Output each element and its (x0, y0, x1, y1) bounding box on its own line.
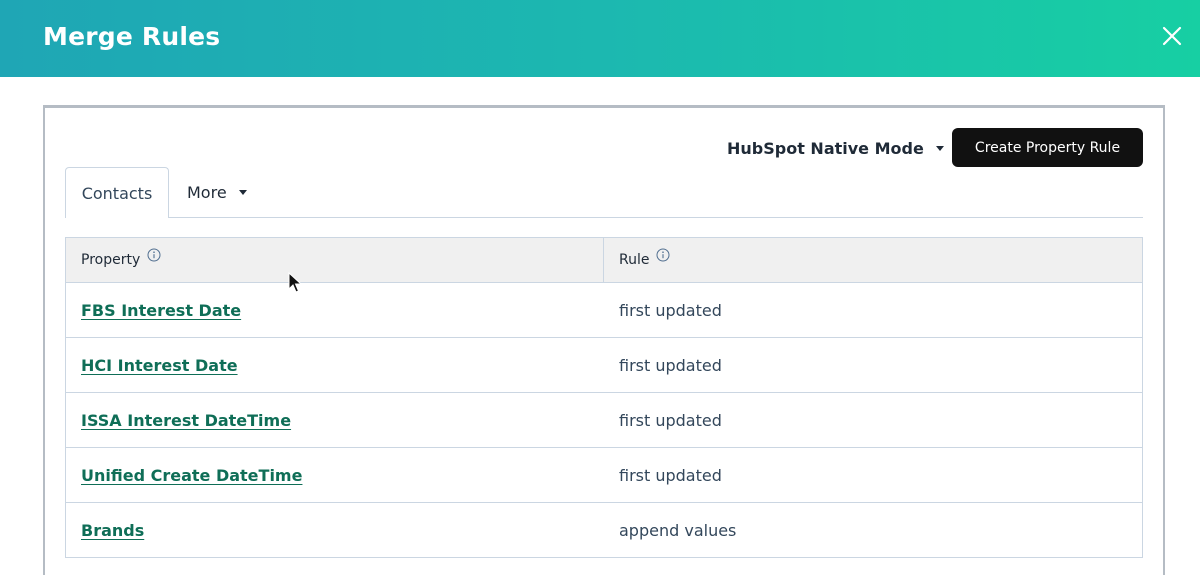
property-link[interactable]: ISSA Interest DateTime (81, 411, 291, 430)
close-icon (1162, 26, 1182, 46)
table-header: Property Rule (66, 238, 1142, 283)
property-link[interactable]: HCI Interest Date (81, 356, 238, 375)
create-property-rule-button[interactable]: Create Property Rule (952, 128, 1143, 167)
property-cell: Brands (66, 503, 604, 557)
table-row: FBS Interest Date first updated (66, 283, 1142, 338)
tab-label: More (187, 182, 227, 202)
close-button[interactable] (1156, 20, 1188, 52)
modal-header: Merge Rules (0, 0, 1200, 77)
property-link[interactable]: FBS Interest Date (81, 301, 241, 320)
table-row: ISSA Interest DateTime first updated (66, 393, 1142, 448)
column-header-rule: Rule (604, 238, 1142, 282)
tab-divider (65, 217, 1143, 218)
column-header-property: Property (66, 238, 604, 282)
mouse-cursor-icon (288, 272, 302, 293)
mode-dropdown[interactable]: HubSpot Native Mode (727, 137, 944, 159)
property-cell: FBS Interest Date (66, 283, 604, 337)
rule-cell: first updated (619, 465, 722, 485)
table-row: Unified Create DateTime first updated (66, 448, 1142, 503)
column-header-label: Rule (619, 252, 650, 268)
rule-cell: first updated (619, 300, 722, 320)
merge-rules-table: Property Rule FBS Interest Date first up… (65, 237, 1143, 558)
column-header-label: Property (81, 252, 141, 268)
info-icon[interactable] (656, 248, 670, 266)
info-icon[interactable] (147, 248, 161, 266)
property-cell: HCI Interest Date (66, 338, 604, 392)
property-cell: Unified Create DateTime (66, 448, 604, 502)
property-cell: ISSA Interest DateTime (66, 393, 604, 447)
caret-down-icon (935, 145, 944, 151)
caret-down-icon (238, 189, 247, 195)
table-row: HCI Interest Date first updated (66, 338, 1142, 393)
property-link[interactable]: Brands (81, 521, 144, 540)
tab-label: Contacts (81, 183, 153, 203)
table-row: Brands append values (66, 503, 1142, 558)
mode-dropdown-label: HubSpot Native Mode (727, 138, 924, 158)
rule-cell: first updated (619, 355, 722, 375)
rule-cell: first updated (619, 410, 722, 430)
tab-more[interactable]: More (187, 181, 247, 203)
modal-title: Merge Rules (43, 22, 221, 51)
rule-cell: append values (619, 520, 737, 540)
tab-contacts[interactable]: Contacts (65, 167, 169, 218)
property-link[interactable]: Unified Create DateTime (81, 466, 302, 485)
